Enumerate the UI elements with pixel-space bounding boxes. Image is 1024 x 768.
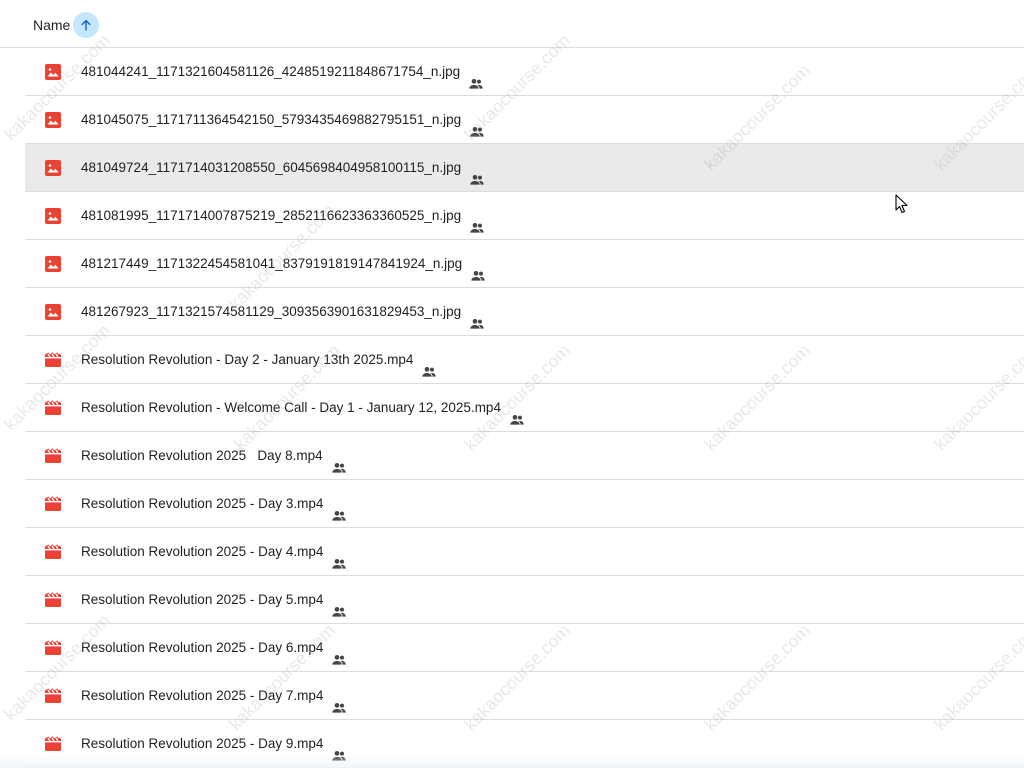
shared-people-icon (468, 64, 484, 89)
file-row[interactable]: Resolution Revolution 2025 Day 8.mp4 (25, 432, 1024, 480)
file-name: Resolution Revolution - Welcome Call - D… (81, 400, 501, 415)
image-file-icon (45, 256, 61, 272)
shared-people-icon (470, 256, 486, 281)
file-name: Resolution Revolution 2025 - Day 4.mp4 (81, 544, 324, 559)
file-name: Resolution Revolution 2025 - Day 7.mp4 (81, 688, 324, 703)
video-file-icon (45, 400, 61, 416)
file-row[interactable]: Resolution Revolution 2025 - Day 6.mp4 (25, 624, 1024, 672)
arrow-up-icon[interactable] (73, 12, 100, 38)
shared-people-icon (421, 352, 437, 377)
file-row[interactable]: 481081995_1171714007875219_2852116623363… (25, 192, 1024, 240)
file-name-cell: Resolution Revolution 2025 - Day 7.mp4 (81, 672, 347, 719)
video-file-icon (45, 592, 61, 608)
drive-file-list-page: Name 481044241_1171321604581126_42485192… (0, 0, 1024, 768)
shared-people-icon (331, 592, 347, 617)
file-name: 481049724_1171714031208550_6045698404958… (81, 160, 462, 175)
file-name: Resolution Revolution 2025 Day 8.mp4 (81, 448, 323, 463)
file-name: 481044241_1171321604581126_4248519211848… (81, 64, 461, 79)
shared-people-icon (331, 544, 347, 569)
file-list: 481044241_1171321604581126_4248519211848… (25, 48, 1024, 768)
file-name-cell: Resolution Revolution 2025 - Day 5.mp4 (81, 576, 347, 623)
file-name: 481081995_1171714007875219_2852116623363… (81, 208, 462, 223)
shared-people-icon (469, 160, 485, 185)
file-name-cell: Resolution Revolution - Day 2 - January … (81, 336, 437, 383)
file-name: 481045075_1171711364542150_5793435469882… (81, 112, 462, 127)
shared-people-icon (331, 496, 347, 521)
sort-by-name-button[interactable]: Name (33, 12, 100, 38)
file-row[interactable]: Resolution Revolution 2025 - Day 3.mp4 (25, 480, 1024, 528)
file-name-cell: 481049724_1171714031208550_6045698404958… (81, 144, 485, 191)
file-row[interactable]: 481049724_1171714031208550_6045698404958… (25, 144, 1024, 192)
image-file-icon (45, 304, 61, 320)
file-name: 481217449_1171322454581041_8379191819147… (81, 256, 463, 271)
video-file-icon (45, 640, 61, 656)
shared-people-icon (331, 688, 347, 713)
file-name-cell: Resolution Revolution 2025 - Day 4.mp4 (81, 528, 347, 575)
file-row[interactable]: Resolution Revolution 2025 - Day 5.mp4 (25, 576, 1024, 624)
file-name: Resolution Revolution 2025 - Day 6.mp4 (81, 640, 324, 655)
image-file-icon (45, 208, 61, 224)
video-file-icon (45, 688, 61, 704)
file-row[interactable]: 481217449_1171322454581041_8379191819147… (25, 240, 1024, 288)
file-name-cell: Resolution Revolution 2025 Day 8.mp4 (81, 432, 347, 479)
file-name-cell: 481045075_1171711364542150_5793435469882… (81, 96, 485, 143)
shared-people-icon (469, 112, 485, 137)
file-name: Resolution Revolution - Day 2 - January … (81, 352, 414, 367)
image-file-icon (45, 160, 61, 176)
image-file-icon (45, 112, 61, 128)
file-row[interactable]: Resolution Revolution - Welcome Call - D… (25, 384, 1024, 432)
shared-people-icon (331, 448, 347, 473)
file-row[interactable]: 481267923_1171321574581129_3093563901631… (25, 288, 1024, 336)
video-file-icon (45, 448, 61, 464)
file-name-cell: 481044241_1171321604581126_4248519211848… (81, 48, 484, 95)
file-row[interactable]: Resolution Revolution 2025 - Day 4.mp4 (25, 528, 1024, 576)
name-column-header: Name (33, 17, 71, 33)
file-name: Resolution Revolution 2025 - Day 5.mp4 (81, 592, 324, 607)
file-row[interactable]: 481045075_1171711364542150_5793435469882… (25, 96, 1024, 144)
file-name-cell: Resolution Revolution 2025 - Day 6.mp4 (81, 624, 347, 671)
video-file-icon (45, 352, 61, 368)
file-name-cell: 481267923_1171321574581129_3093563901631… (81, 288, 485, 335)
file-name-cell: 481217449_1171322454581041_8379191819147… (81, 240, 486, 287)
video-file-icon (45, 736, 61, 752)
shared-people-icon (509, 400, 525, 425)
mouse-pointer-icon (895, 194, 908, 214)
shared-people-icon (469, 208, 485, 233)
file-row[interactable]: Resolution Revolution 2025 - Day 7.mp4 (25, 672, 1024, 720)
video-file-icon (45, 544, 61, 560)
shared-people-icon (331, 640, 347, 665)
file-name-cell: Resolution Revolution 2025 - Day 3.mp4 (81, 480, 347, 527)
file-row[interactable]: 481044241_1171321604581126_4248519211848… (25, 48, 1024, 96)
shared-people-icon (469, 304, 485, 329)
image-file-icon (45, 64, 61, 80)
file-row[interactable]: Resolution Revolution - Day 2 - January … (25, 336, 1024, 384)
file-name-cell: 481081995_1171714007875219_2852116623363… (81, 192, 485, 239)
video-file-icon (45, 496, 61, 512)
file-name: Resolution Revolution 2025 - Day 3.mp4 (81, 496, 324, 511)
file-name: 481267923_1171321574581129_3093563901631… (81, 304, 462, 319)
file-name-cell: Resolution Revolution - Welcome Call - D… (81, 384, 525, 431)
bottom-fade (0, 756, 1024, 768)
list-header: Name (0, 0, 1024, 48)
shared-people-icon (331, 736, 347, 761)
